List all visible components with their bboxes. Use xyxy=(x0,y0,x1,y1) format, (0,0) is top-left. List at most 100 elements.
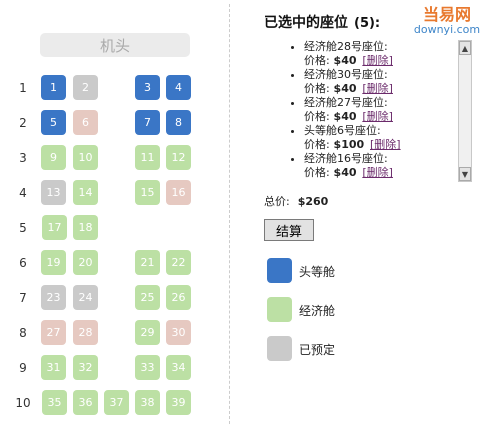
seat-2: 2 xyxy=(73,75,98,100)
row-number: 2 xyxy=(19,116,27,130)
seat-map: 机头 1 1 2 3 4 2 5 6 7 8 3 9 10 11 12 4 13 14 15 16 5 17 18 6 19 20… xyxy=(0,0,230,428)
legend-swatch xyxy=(267,336,292,361)
price-value: $100 xyxy=(329,138,368,151)
selected-seat-name: 经济舱16号座位: xyxy=(304,152,388,165)
row-number: 3 xyxy=(19,151,27,165)
seat-33[interactable]: 33 xyxy=(135,355,160,380)
seat-32[interactable]: 32 xyxy=(73,355,98,380)
selected-seat-item: 经济舱27号座位:价格: $40 [删除] xyxy=(304,96,474,124)
selected-seat-price: 价格: $100 [删除] xyxy=(304,138,474,152)
legend-swatch xyxy=(267,297,292,322)
scroll-up-arrow-icon[interactable]: ▲ xyxy=(459,41,471,55)
selected-seat-price: 价格: $40 [删除] xyxy=(304,82,474,96)
row-number: 1 xyxy=(19,81,27,95)
price-value: $40 xyxy=(329,54,361,67)
selected-seat-item: 经济舱28号座位:价格: $40 [删除] xyxy=(304,40,474,68)
seat-37[interactable]: 37 xyxy=(104,390,129,415)
selected-seat-name: 头等舱6号座位: xyxy=(304,124,381,137)
seat-15[interactable]: 15 xyxy=(135,180,160,205)
seat-10[interactable]: 10 xyxy=(73,145,98,170)
selected-seat-price: 价格: $40 [删除] xyxy=(304,166,474,180)
seat-31[interactable]: 31 xyxy=(41,355,66,380)
selected-seats-list[interactable]: 经济舱28号座位:价格: $40 [删除]经济舱30号座位:价格: $40 [删… xyxy=(264,40,474,182)
seat-16[interactable]: 16 xyxy=(166,180,191,205)
price-label: 价格: xyxy=(304,82,330,95)
legend-label: 经济舱 xyxy=(299,304,336,318)
row-number: 5 xyxy=(19,221,27,235)
seat-19[interactable]: 19 xyxy=(41,250,66,275)
delete-seat-link[interactable]: [删除] xyxy=(370,138,401,151)
cabin-head-label: 机头 xyxy=(40,33,190,57)
scroll-down-arrow-icon[interactable]: ▼ xyxy=(459,167,471,181)
selected-seat-name: 经济舱28号座位: xyxy=(304,40,388,53)
price-value: $40 xyxy=(329,166,361,179)
legend-swatch xyxy=(267,258,292,283)
seat-29[interactable]: 29 xyxy=(135,320,160,345)
seat-23: 23 xyxy=(41,285,66,310)
total-price-label: 总价: xyxy=(264,195,290,208)
seat-30[interactable]: 30 xyxy=(166,320,191,345)
seat-25[interactable]: 25 xyxy=(135,285,160,310)
selected-seat-name: 经济舱27号座位: xyxy=(304,96,388,109)
panel-divider xyxy=(229,4,230,424)
selected-seat-item: 头等舱6号座位:价格: $100 [删除] xyxy=(304,124,474,152)
seat-5[interactable]: 5 xyxy=(41,110,66,135)
seat-39[interactable]: 39 xyxy=(166,390,191,415)
seat-11[interactable]: 11 xyxy=(135,145,160,170)
selected-seat-name: 经济舱30号座位: xyxy=(304,68,388,81)
selected-seats-count: (5): xyxy=(354,16,381,31)
seat-17[interactable]: 17 xyxy=(42,215,67,240)
price-value: $40 xyxy=(329,82,361,95)
price-label: 价格: xyxy=(304,138,330,151)
seat-24: 24 xyxy=(73,285,98,310)
legend-label: 头等舱 xyxy=(299,265,336,279)
seat-12[interactable]: 12 xyxy=(166,145,191,170)
site-logo: 当易网 downyi.com xyxy=(409,6,485,40)
seat-38[interactable]: 38 xyxy=(135,390,160,415)
row-number: 6 xyxy=(19,256,27,270)
seat-3[interactable]: 3 xyxy=(135,75,160,100)
delete-seat-link[interactable]: [删除] xyxy=(362,166,393,179)
selected-seat-item: 经济舱16号座位:价格: $40 [删除] xyxy=(304,152,474,180)
site-logo-domain: downyi.com xyxy=(413,23,481,36)
row-number: 9 xyxy=(19,361,27,375)
seat-1[interactable]: 1 xyxy=(41,75,66,100)
price-value: $40 xyxy=(329,110,361,123)
seat-34[interactable]: 34 xyxy=(166,355,191,380)
seat-13: 13 xyxy=(41,180,66,205)
selected-seat-price: 价格: $40 [删除] xyxy=(304,110,474,124)
seat-7[interactable]: 7 xyxy=(135,110,160,135)
price-label: 价格: xyxy=(304,54,330,67)
price-label: 价格: xyxy=(304,110,330,123)
row-number: 7 xyxy=(19,291,27,305)
row-number: 8 xyxy=(19,326,27,340)
legend-label: 已预定 xyxy=(299,343,336,357)
delete-seat-link[interactable]: [删除] xyxy=(362,54,393,67)
price-label: 价格: xyxy=(304,166,330,179)
seat-22[interactable]: 22 xyxy=(166,250,191,275)
delete-seat-link[interactable]: [删除] xyxy=(362,82,393,95)
checkout-button[interactable]: 结算 xyxy=(264,219,314,241)
seat-26[interactable]: 26 xyxy=(166,285,191,310)
seat-35[interactable]: 35 xyxy=(42,390,67,415)
seat-9[interactable]: 9 xyxy=(41,145,66,170)
seat-4[interactable]: 4 xyxy=(166,75,191,100)
total-price: 总价: $260 xyxy=(264,193,328,209)
seat-14[interactable]: 14 xyxy=(73,180,98,205)
selected-seats-title: 已选中的座位 (5): xyxy=(264,12,380,32)
row-number: 10 xyxy=(15,396,31,410)
seat-6[interactable]: 6 xyxy=(73,110,98,135)
list-scrollbar[interactable]: ▲ ▼ xyxy=(458,40,472,182)
seat-36[interactable]: 36 xyxy=(73,390,98,415)
selected-seat-price: 价格: $40 [删除] xyxy=(304,54,474,68)
seat-28[interactable]: 28 xyxy=(73,320,98,345)
total-price-value: $260 xyxy=(297,195,329,208)
seat-27[interactable]: 27 xyxy=(41,320,66,345)
seat-21[interactable]: 21 xyxy=(135,250,160,275)
seat-18[interactable]: 18 xyxy=(73,215,98,240)
delete-seat-link[interactable]: [删除] xyxy=(362,110,393,123)
seat-20[interactable]: 20 xyxy=(73,250,98,275)
site-logo-text: 当易网 xyxy=(422,5,471,24)
seat-8[interactable]: 8 xyxy=(166,110,191,135)
selected-seat-item: 经济舱30号座位:价格: $40 [删除] xyxy=(304,68,474,96)
